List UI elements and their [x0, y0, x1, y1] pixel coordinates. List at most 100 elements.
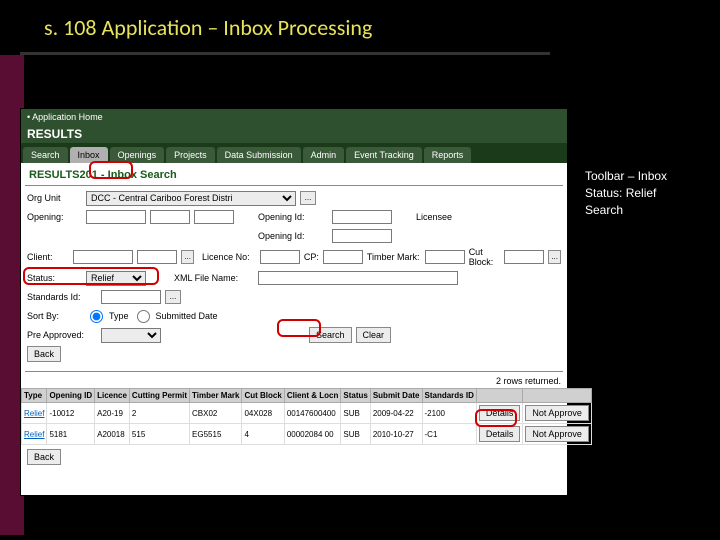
results-count: 2 rows returned.: [21, 374, 567, 388]
label-cut-block: Cut Block:: [469, 247, 501, 267]
client-field-1[interactable]: [73, 250, 133, 264]
label-client: Client:: [27, 252, 69, 262]
xml-file-name-field[interactable]: [258, 271, 458, 285]
cell-cut-block: 4: [242, 424, 284, 445]
col-client-locn[interactable]: Client & Locn: [284, 389, 341, 403]
opening-field-2[interactable]: [150, 210, 190, 224]
page-title: RESULTS201 - Inbox Search: [21, 163, 567, 183]
tab-reports[interactable]: Reports: [424, 147, 472, 163]
speaker-notes: Toolbar – Inbox Status: Relief Search: [585, 168, 667, 219]
app-window: • Application Home RESULTS Search Inbox …: [20, 108, 568, 496]
note-line: Status: Relief: [585, 185, 667, 202]
sort-by-date-radio[interactable]: [137, 310, 150, 323]
opening-field-3[interactable]: [194, 210, 234, 224]
cut-block-field[interactable]: [504, 250, 544, 264]
title-underline: [20, 52, 550, 55]
label-pre-approved: Pre Approved:: [27, 330, 97, 340]
cell-type[interactable]: Relief: [22, 403, 47, 424]
table-row: Relief 5181 A20018 515 EG5515 4 00002084…: [22, 424, 592, 445]
cell-cutting-permit: 2: [129, 403, 189, 424]
col-licence[interactable]: Licence: [95, 389, 130, 403]
cut-block-lookup-button[interactable]: ...: [548, 250, 561, 264]
col-cut-block[interactable]: Cut Block: [242, 389, 284, 403]
not-approve-button[interactable]: Not Approve: [525, 405, 589, 421]
cell-submit-date: 2009-04-22: [370, 403, 422, 424]
label-opening: Opening:: [27, 212, 82, 222]
cell-submit-date: 2010-10-27: [370, 424, 422, 445]
cell-licence: A20-19: [95, 403, 130, 424]
cell-status: SUB: [341, 424, 370, 445]
col-cutting-permit[interactable]: Cutting Permit: [129, 389, 189, 403]
toolbar: Search Inbox Openings Projects Data Subm…: [21, 143, 567, 163]
client-lookup-button[interactable]: ...: [181, 250, 194, 264]
col-status[interactable]: Status: [341, 389, 370, 403]
tab-openings[interactable]: Openings: [110, 147, 165, 163]
label-sort-type: Type: [109, 311, 129, 321]
app-brand: RESULTS: [21, 125, 567, 143]
col-submit-date[interactable]: Submit Date: [370, 389, 422, 403]
status-select[interactable]: Relief: [86, 271, 146, 286]
label-cp: CP:: [304, 252, 319, 262]
results-table: Type Opening ID Licence Cutting Permit T…: [21, 388, 592, 445]
cell-timber-mark: EG5515: [190, 424, 242, 445]
label-status: Status:: [27, 273, 82, 283]
opening-id-field-2[interactable]: [332, 229, 392, 243]
tab-event-tracking[interactable]: Event Tracking: [346, 147, 422, 163]
pre-approved-select[interactable]: [101, 328, 161, 343]
details-button[interactable]: Details: [479, 405, 521, 421]
cell-client-locn: 00147600400: [284, 403, 341, 424]
org-unit-lookup-button[interactable]: ...: [300, 191, 316, 205]
tab-search[interactable]: Search: [23, 147, 68, 163]
col-opening-id[interactable]: Opening ID: [47, 389, 95, 403]
opening-field-1[interactable]: [86, 210, 146, 224]
standards-id-lookup-button[interactable]: ...: [165, 290, 181, 304]
label-sort-date: Submitted Date: [156, 311, 218, 321]
opening-id-field[interactable]: [332, 210, 392, 224]
not-approve-button[interactable]: Not Approve: [525, 426, 589, 442]
label-org-unit: Org Unit: [27, 193, 82, 203]
cell-opening-id: -10012: [47, 403, 95, 424]
client-field-2[interactable]: [137, 250, 177, 264]
label-timber-mark: Timber Mark:: [367, 252, 421, 262]
col-timber-mark[interactable]: Timber Mark: [190, 389, 242, 403]
col-type[interactable]: Type: [22, 389, 47, 403]
label-sort-by: Sort By:: [27, 311, 82, 321]
label-licence-no: Licence No:: [202, 252, 256, 262]
clear-button[interactable]: Clear: [356, 327, 392, 343]
cell-type[interactable]: Relief: [22, 424, 47, 445]
licence-no-field[interactable]: [260, 250, 300, 264]
search-form: Org Unit DCC - Central Cariboo Forest Di…: [21, 188, 567, 369]
table-header-row: Type Opening ID Licence Cutting Permit T…: [22, 389, 592, 403]
cell-opening-id: 5181: [47, 424, 95, 445]
org-unit-select[interactable]: DCC - Central Cariboo Forest Distri: [86, 191, 296, 206]
back-button-top[interactable]: Back: [27, 346, 61, 362]
tab-projects[interactable]: Projects: [166, 147, 215, 163]
tab-admin[interactable]: Admin: [303, 147, 345, 163]
search-button[interactable]: Search: [309, 327, 352, 343]
back-button-bottom[interactable]: Back: [27, 449, 61, 465]
col-standards-id[interactable]: Standards ID: [422, 389, 476, 403]
tab-data-submission[interactable]: Data Submission: [217, 147, 301, 163]
cp-field[interactable]: [323, 250, 363, 264]
slide-title: s. 108 Application – Inbox Processing: [44, 14, 372, 41]
cell-licence: A20018: [95, 424, 130, 445]
table-row: Relief -10012 A20-19 2 CBX02 04X028 0014…: [22, 403, 592, 424]
cell-standards-id: -2100: [422, 403, 476, 424]
app-home-link[interactable]: • Application Home: [21, 109, 567, 125]
divider: [25, 185, 563, 186]
sort-by-type-radio[interactable]: [90, 310, 103, 323]
label-xml-file-name: XML File Name:: [174, 273, 254, 283]
timber-mark-field[interactable]: [425, 250, 465, 264]
tab-inbox[interactable]: Inbox: [70, 147, 108, 163]
standards-id-field[interactable]: [101, 290, 161, 304]
divider: [25, 371, 563, 372]
cell-timber-mark: CBX02: [190, 403, 242, 424]
cell-cut-block: 04X028: [242, 403, 284, 424]
label-opening-id: Opening Id:: [258, 212, 328, 222]
cell-cutting-permit: 515: [129, 424, 189, 445]
note-line: Search: [585, 202, 667, 219]
details-button[interactable]: Details: [479, 426, 521, 442]
note-line: Toolbar – Inbox: [585, 168, 667, 185]
cell-standards-id: -C1: [422, 424, 476, 445]
label-standards-id: Standards Id:: [27, 292, 97, 302]
